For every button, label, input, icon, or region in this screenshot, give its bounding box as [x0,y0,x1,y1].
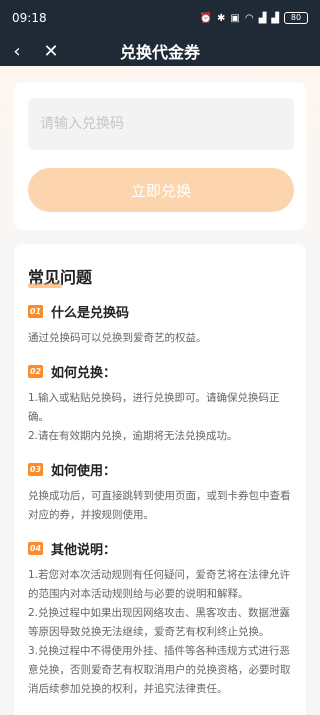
question-text: 什么是兑换码 [51,306,130,321]
redeem-card: 立即兑换 [14,82,306,230]
faq-question: 04 其他说明： [28,539,292,558]
question-number-badge: 02 [28,365,43,378]
faq-item: 04 其他说明： 1.若您对本次活动规则有任何疑问，爱奇艺将在法律允许的范围内对… [28,539,292,699]
back-icon[interactable]: ‹ [4,36,30,66]
status-icons: ⏰ ✱ ▣ ◠ ▟ ▟ 80 [200,12,308,24]
status-time: 09:18 [12,11,47,25]
answer-text: 2.请在有效期内兑换，逾期将无法兑换成功。 [28,430,238,442]
bluetooth-icon: ✱ [217,12,226,24]
faq-question: 03 如何使用： [28,460,292,479]
faq-question: 02 如何兑换： [28,362,292,381]
question-text: 如何使用： [51,464,117,479]
answer-text: 通过兑换码可以兑换到爱奇艺的权益。 [28,332,207,344]
answer-text: 1.若您对本次活动规则有任何疑问，爱奇艺将在法律允许的范围内对本活动规则给与必要… [28,569,291,600]
answer-text: 3.兑换过程中不得使用外挂、插件等各种违规方式进行恶意兑换，否则爱奇艺有权取消用… [28,645,291,695]
faq-card: 常见问题 01 什么是兑换码 通过兑换码可以兑换到爱奇艺的权益。 02 如何兑换… [14,244,306,715]
question-number-badge: 04 [28,542,43,555]
redeem-code-input[interactable] [28,98,294,150]
answer-text: 兑换成功后，可直接跳转到使用页面，或到卡券包中查看对应的券，并按规则使用。 [28,490,291,521]
signal-icon: ▟ [271,12,279,24]
wifi-icon: ◠ [244,12,254,24]
question-text: 如何兑换： [51,366,117,381]
nav-bar: ‹ ✕ 兑换代金券 [0,36,320,66]
question-text: 其他说明： [51,543,117,558]
alarm-icon: ⏰ [199,12,213,24]
question-number-badge: 01 [28,305,43,318]
close-icon[interactable]: ✕ [38,36,64,66]
answer-text: 1.输入或粘贴兑换码，进行兑换即可。请确保兑换码正确。 [28,392,280,423]
faq-item: 01 什么是兑换码 通过兑换码可以兑换到爱奇艺的权益。 [28,302,292,348]
faq-question: 01 什么是兑换码 [28,302,292,321]
faq-item: 03 如何使用： 兑换成功后，可直接跳转到使用页面，或到卡券包中查看对应的券，并… [28,460,292,525]
faq-title: 常见问题 [28,264,92,288]
faq-item: 02 如何兑换： 1.输入或粘贴兑换码，进行兑换即可。请确保兑换码正确。 2.请… [28,362,292,446]
signal-icon: ▟ [258,12,267,24]
question-number-badge: 03 [28,463,43,476]
answer-text: 2.兑换过程中如果出现因网络攻击、黑客攻击、数据泄露等原因导致兑换无法继续，爱奇… [28,607,291,638]
status-bar: 09:18 ⏰ ✱ ▣ ◠ ▟ ▟ 80 [0,0,320,36]
hd-icon: ▣ [230,12,240,24]
redeem-button[interactable]: 立即兑换 [28,168,294,212]
battery-icon: 80 [284,12,308,24]
